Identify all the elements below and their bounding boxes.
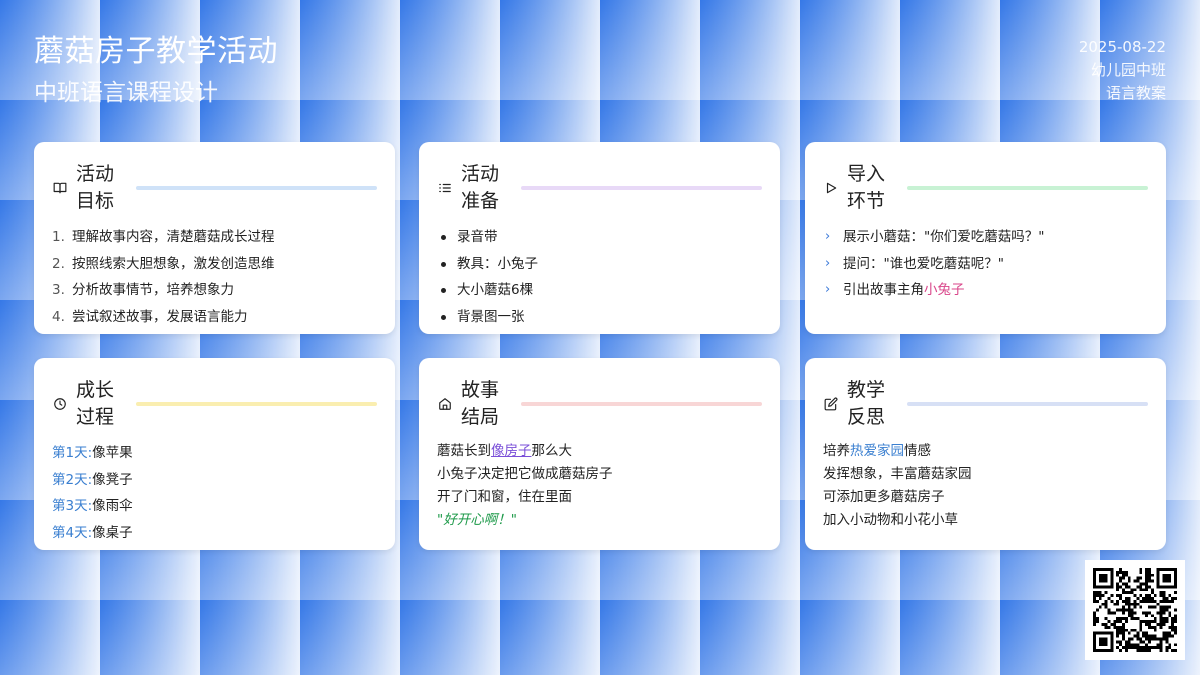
qr-code-icon[interactable] (1085, 560, 1185, 660)
card-divider (136, 402, 377, 406)
card-divider (907, 402, 1148, 406)
list-item: 4. 尝试叙述故事，发展语言能力 (52, 308, 248, 325)
meta-class: 幼儿园中班 (1090, 61, 1166, 79)
meta-type: 语言教案 (1105, 84, 1166, 102)
list-item: › 引出故事主角小兔子 (823, 277, 1148, 304)
list-item: 录音带 (437, 224, 762, 251)
play-icon (823, 180, 839, 196)
list-item: 教具：小兔子 (437, 251, 762, 278)
card-title: 成长过程 (76, 379, 115, 428)
prep-list: 录音带 教具：小兔子 大小蘑菇6棵 背景图一张 (437, 224, 762, 330)
reflect-line: 加入小动物和小花小草 (823, 512, 958, 528)
ending-line: 蘑菇长到像房子那么大 (437, 443, 572, 459)
goals-list: 1. 理解故事内容，清楚蘑菇成长过程 2. 按照线索大胆想象，激发创造思维 3. 分析… (52, 224, 377, 330)
card-ending: 故事结局 蘑菇长到像房子那么大 小兔子决定把它做成蘑菇房子 开了门和窗，住在里面… (419, 358, 780, 550)
house-link[interactable]: 像房子 (491, 443, 532, 459)
list-item: 背景图一张 (437, 304, 762, 331)
list-item: 第2天:像凳子 (52, 471, 133, 488)
card-title: 故事结局 (461, 379, 500, 428)
card-divider (907, 186, 1148, 190)
list-item: 大小蘑菇6棵 (437, 277, 762, 304)
list-item: 第1天:像苹果 (52, 445, 133, 461)
card-growth: 成长过程 第1天:像苹果 第2天:像凳子 第3天:像雨伞 第4天:像桌子 (34, 358, 395, 550)
reflect-line: 可添加更多蘑菇房子 (823, 489, 945, 505)
chevron-right-icon: › (825, 282, 831, 297)
list-item: › 提问："谁也爱吃蘑菇呢？" (823, 251, 1148, 278)
reflect-line: 培养热爱家园情感 (823, 443, 931, 459)
page-title: 蘑菇房子教学活动 (34, 34, 278, 69)
list-item: 1. 理解故事内容，清楚蘑菇成长过程 (52, 229, 275, 245)
book-icon (52, 180, 68, 196)
page-meta: 2025-08-22 幼儿园中班 语言教案 (1079, 36, 1166, 105)
list-item: 2. 按照线索大胆想象，激发创造思维 (52, 255, 275, 272)
page-header: 蘑菇房子教学活动 中班语言课程设计 (34, 32, 278, 108)
card-goals: 活动目标 1. 理解故事内容，清楚蘑菇成长过程 2. 按照线索大胆想象，激发创造思维… (34, 142, 395, 334)
card-title: 活动准备 (461, 163, 500, 212)
card-title: 活动目标 (76, 163, 115, 212)
list-item: 3. 分析故事情节，培养想象力 (52, 282, 234, 298)
ending-line: 小兔子决定把它做成蘑菇房子 (437, 466, 613, 482)
card-reflect: 教学反思 培养热爱家园情感 发挥想象，丰富蘑菇家园 可添加更多蘑菇房子 加入小动… (805, 358, 1166, 550)
ending-quote: "好开心啊！" (437, 512, 517, 528)
reflect-line: 发挥想象，丰富蘑菇家园 (823, 466, 972, 482)
card-divider (136, 186, 377, 190)
page-subtitle: 中班语言课程设计 (34, 80, 218, 106)
meta-date: 2025-08-22 (1078, 38, 1166, 56)
list-item: 第4天:像桌子 (52, 524, 133, 541)
card-divider (521, 186, 762, 190)
card-title: 导入环节 (847, 163, 886, 212)
list-item: › 展示小蘑菇："你们爱吃蘑菇吗？" (823, 224, 1148, 251)
edit-icon (823, 396, 839, 412)
list-item: 第3天:像雨伞 (52, 498, 133, 514)
card-intro: 导入环节 › 展示小蘑菇："你们爱吃蘑菇吗？" › 提问："谁也爱吃蘑菇呢？" › 引… (805, 142, 1166, 334)
clock-icon (52, 396, 68, 412)
home-icon (437, 396, 453, 412)
card-prep: 活动准备 录音带 教具：小兔子 大小蘑菇6棵 背景图一张 (419, 142, 780, 334)
card-title: 教学反思 (847, 379, 886, 428)
chevron-right-icon: › (825, 255, 831, 271)
card-divider (521, 402, 762, 406)
list-icon (437, 180, 453, 196)
chevron-right-icon: › (825, 229, 831, 244)
intro-list: › 展示小蘑菇："你们爱吃蘑菇吗？" › 提问："谁也爱吃蘑菇呢？" › 引出故事主角… (823, 224, 1148, 304)
ending-line: 开了门和窗，住在里面 (437, 489, 572, 505)
